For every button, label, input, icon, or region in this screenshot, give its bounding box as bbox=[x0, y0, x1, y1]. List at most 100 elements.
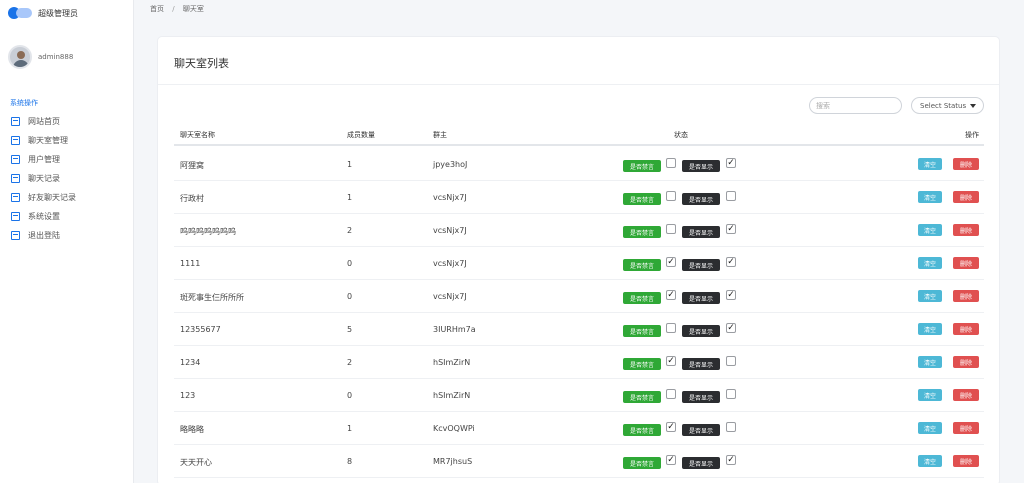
clear-button[interactable]: 清空 bbox=[918, 422, 942, 434]
show-toggle-label[interactable]: 是否显示 bbox=[682, 424, 720, 436]
clear-button[interactable]: 清空 bbox=[918, 356, 942, 368]
show-checkbox[interactable]: ✓ bbox=[726, 257, 736, 267]
sidebar-item-label: 聊天室管理 bbox=[28, 136, 68, 145]
show-toggle-label[interactable]: 是否显示 bbox=[682, 358, 720, 370]
room-name: 天天开心 bbox=[180, 458, 212, 467]
table-row: 斑死事生仨所所所 0 vcsNjx7J 是否禁言 ✓ 是否显示 ✓ 清空 删除 bbox=[174, 280, 984, 313]
mute-checkbox[interactable] bbox=[666, 389, 676, 399]
sidebar-item[interactable]: 聊天记录 bbox=[0, 169, 133, 188]
room-name: 1111 bbox=[180, 259, 201, 268]
sidebar-item-label: 好友聊天记录 bbox=[28, 193, 76, 202]
delete-button[interactable]: 删除 bbox=[953, 422, 979, 434]
mute-toggle-label[interactable]: 是否禁言 bbox=[623, 259, 661, 271]
clear-button[interactable]: 清空 bbox=[918, 290, 942, 302]
delete-button[interactable]: 删除 bbox=[953, 389, 979, 401]
delete-button[interactable]: 删除 bbox=[953, 290, 979, 302]
room-name: 1234 bbox=[180, 358, 201, 367]
delete-button[interactable]: 删除 bbox=[953, 191, 979, 203]
show-toggle-label[interactable]: 是否显示 bbox=[682, 160, 720, 172]
sidebar: 超级管理员 admin888 系统操作 网站首页 聊天室管理 用户管理 聊天记录 好友聊… bbox=[0, 0, 134, 483]
room-name: 略略略 bbox=[180, 425, 204, 434]
sidebar-item[interactable]: 退出登陆 bbox=[0, 226, 133, 245]
sidebar-item-label: 聊天记录 bbox=[28, 174, 60, 183]
show-checkbox[interactable] bbox=[726, 191, 736, 201]
sidebar-item[interactable]: 网站首页 bbox=[0, 112, 133, 131]
sidebar-menu: 网站首页聊天室管理用户管理聊天记录好友聊天记录系统设置 退出登陆 bbox=[0, 112, 133, 245]
clear-button[interactable]: 清空 bbox=[918, 158, 942, 170]
mute-checkbox[interactable] bbox=[666, 191, 676, 201]
avatar[interactable] bbox=[8, 45, 32, 69]
show-checkbox[interactable]: ✓ bbox=[726, 455, 736, 465]
sidebar-item[interactable]: 系统设置 bbox=[0, 207, 133, 226]
header-name: 聊天室名称 bbox=[180, 131, 215, 139]
breadcrumb-home[interactable]: 首页 bbox=[150, 5, 164, 13]
room-name: 12355677 bbox=[180, 325, 221, 334]
delete-button[interactable]: 删除 bbox=[953, 158, 979, 170]
member-count: 0 bbox=[347, 391, 353, 400]
mute-toggle-label[interactable]: 是否禁言 bbox=[623, 358, 661, 370]
show-checkbox[interactable] bbox=[726, 356, 736, 366]
breadcrumb-separator: / bbox=[172, 5, 175, 13]
delete-button[interactable]: 删除 bbox=[953, 257, 979, 269]
show-toggle-label[interactable]: 是否显示 bbox=[682, 193, 720, 205]
mute-checkbox[interactable] bbox=[666, 158, 676, 168]
owner-id: hSImZirN bbox=[433, 391, 471, 400]
delete-button[interactable]: 删除 bbox=[953, 455, 979, 467]
delete-button[interactable]: 删除 bbox=[953, 356, 979, 368]
clear-button[interactable]: 清空 bbox=[918, 455, 942, 467]
table-row: 略略略 1 KcvOQWPi 是否禁言 ✓ 是否显示 清空 删除 bbox=[174, 412, 984, 445]
show-toggle-label[interactable]: 是否显示 bbox=[682, 226, 720, 238]
mute-checkbox[interactable] bbox=[666, 224, 676, 234]
owner-id: vcsNjx7J bbox=[433, 193, 467, 202]
mute-toggle-label[interactable]: 是否禁言 bbox=[623, 193, 661, 205]
mute-toggle-label[interactable]: 是否禁言 bbox=[623, 391, 661, 403]
mute-checkbox[interactable]: ✓ bbox=[666, 356, 676, 366]
brand: 超级管理员 bbox=[0, 0, 133, 26]
show-checkbox[interactable] bbox=[726, 422, 736, 432]
show-toggle-label[interactable]: 是否显示 bbox=[682, 292, 720, 304]
status-select[interactable]: Select Status bbox=[911, 97, 984, 114]
delete-button[interactable]: 删除 bbox=[953, 224, 979, 236]
mute-toggle-label[interactable]: 是否禁言 bbox=[623, 160, 661, 172]
sidebar-item[interactable]: 聊天室管理 bbox=[0, 131, 133, 150]
show-toggle-label[interactable]: 是否显示 bbox=[682, 325, 720, 337]
search-input[interactable] bbox=[809, 97, 902, 114]
mute-toggle-label[interactable]: 是否禁言 bbox=[623, 457, 661, 469]
show-checkbox[interactable]: ✓ bbox=[726, 290, 736, 300]
clear-button[interactable]: 清空 bbox=[918, 257, 942, 269]
show-checkbox[interactable]: ✓ bbox=[726, 323, 736, 333]
sidebar-item[interactable]: 好友聊天记录 bbox=[0, 188, 133, 207]
clear-button[interactable]: 清空 bbox=[918, 191, 942, 203]
grid-icon bbox=[11, 117, 20, 126]
mute-checkbox[interactable]: ✓ bbox=[666, 257, 676, 267]
table-row: 1111 0 vcsNjx7J 是否禁言 ✓ 是否显示 ✓ 清空 删除 bbox=[174, 247, 984, 280]
sidebar-item[interactable]: 用户管理 bbox=[0, 150, 133, 169]
show-checkbox[interactable]: ✓ bbox=[726, 224, 736, 234]
show-toggle-label[interactable]: 是否显示 bbox=[682, 457, 720, 469]
table-row: 123 0 hSImZirN 是否禁言 是否显示 清空 删除 bbox=[174, 379, 984, 412]
mute-checkbox[interactable]: ✓ bbox=[666, 290, 676, 300]
sidebar-item-label: 网站首页 bbox=[28, 117, 60, 126]
mute-checkbox[interactable]: ✓ bbox=[666, 455, 676, 465]
clear-button[interactable]: 清空 bbox=[918, 323, 942, 335]
member-count: 2 bbox=[347, 358, 353, 367]
owner-id: KcvOQWPi bbox=[433, 424, 475, 433]
table-row: 阿狸窝 1 jpye3hoJ 是否禁言 是否显示 ✓ 清空 删除 bbox=[174, 148, 984, 181]
clear-button[interactable]: 清空 bbox=[918, 389, 942, 401]
mute-toggle-label[interactable]: 是否禁言 bbox=[623, 226, 661, 238]
owner-id: jpye3hoJ bbox=[433, 160, 468, 169]
show-toggle-label[interactable]: 是否显示 bbox=[682, 391, 720, 403]
delete-button[interactable]: 删除 bbox=[953, 323, 979, 335]
mute-toggle-label[interactable]: 是否禁言 bbox=[623, 424, 661, 436]
mute-toggle-label[interactable]: 是否禁言 bbox=[623, 292, 661, 304]
show-checkbox[interactable] bbox=[726, 389, 736, 399]
clear-button[interactable]: 清空 bbox=[918, 224, 942, 236]
grid-icon bbox=[11, 231, 20, 240]
show-toggle-label[interactable]: 是否显示 bbox=[682, 259, 720, 271]
mute-checkbox[interactable]: ✓ bbox=[666, 422, 676, 432]
sidebar-item-label: 用户管理 bbox=[28, 155, 60, 164]
mute-toggle-label[interactable]: 是否禁言 bbox=[623, 325, 661, 337]
show-checkbox[interactable]: ✓ bbox=[726, 158, 736, 168]
room-name: 斑死事生仨所所所 bbox=[180, 293, 244, 302]
mute-checkbox[interactable] bbox=[666, 323, 676, 333]
